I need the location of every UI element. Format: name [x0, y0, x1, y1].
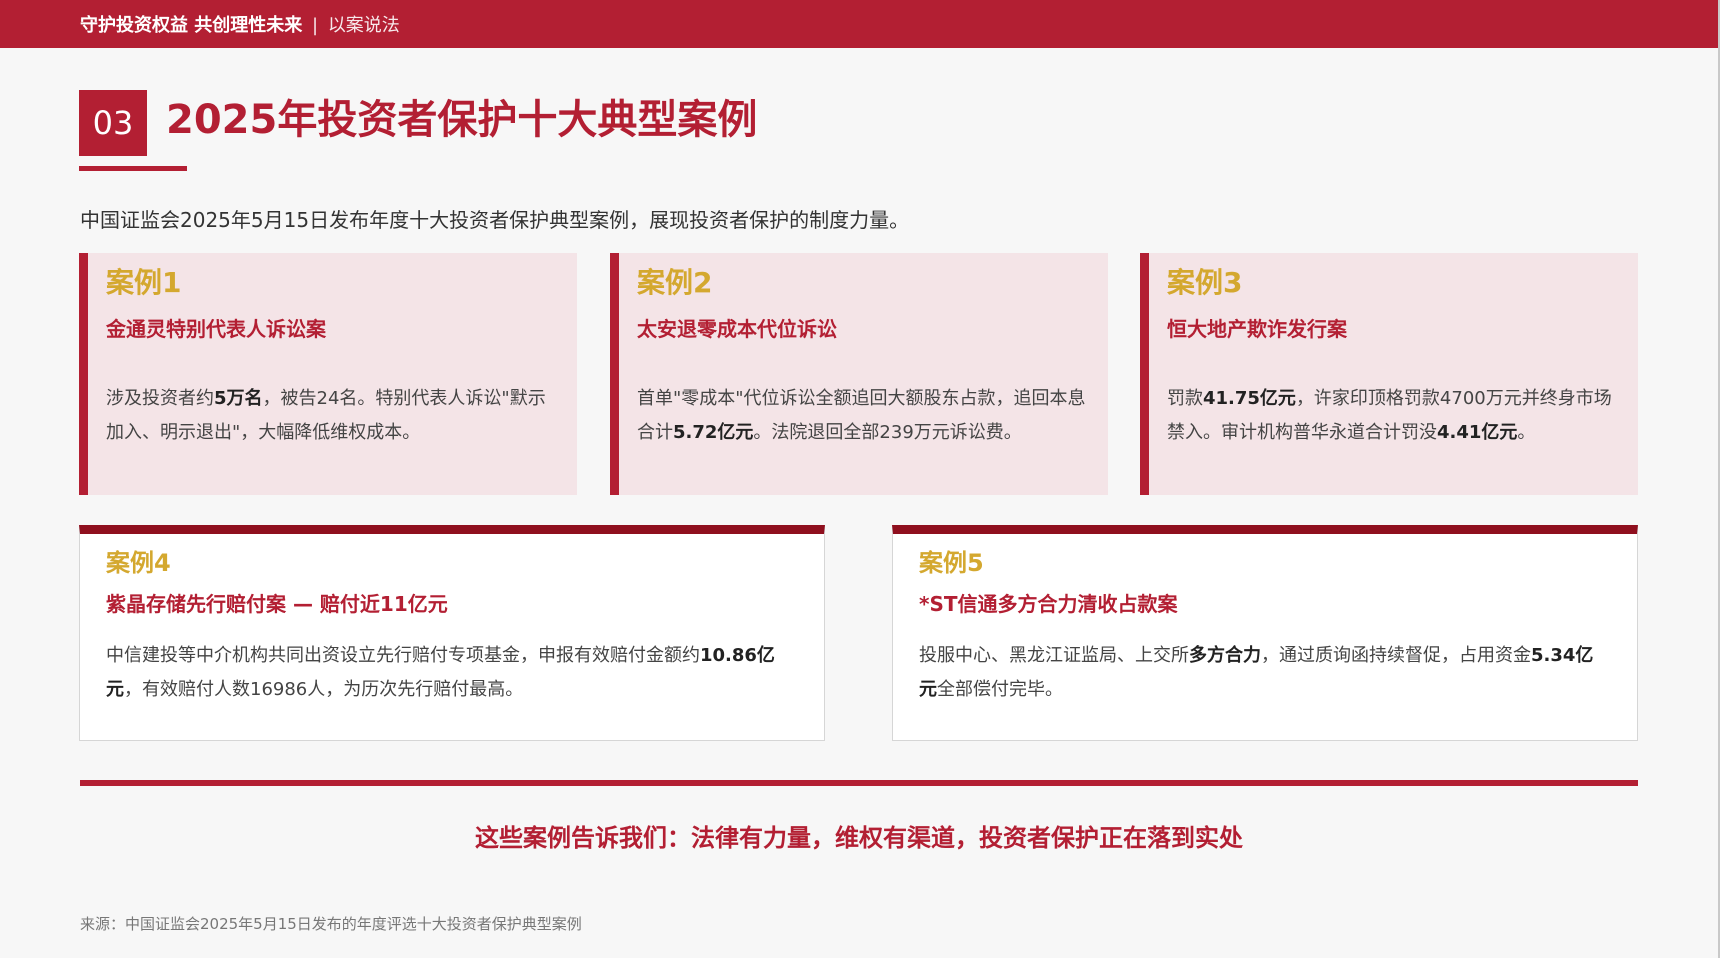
case-description: 投服中心、黑龙江证监局、上交所多方合力，通过质询函持续督促，占用资金5.34亿元…: [919, 639, 1611, 707]
highlight-figure: 多方合力: [1189, 645, 1261, 666]
top-banner: 守护投资权益 共创理性未来 | 以案说法: [0, 0, 1718, 48]
case-card-1: 案例1 金通灵特别代表人诉讼案 涉及投资者约5万名，被告24名。特别代表人诉讼"…: [79, 253, 577, 495]
case-card-4: 案例4 紫晶存储先行赔付案 — 赔付近11亿元 中信建投等中介机构共同出资设立先…: [79, 525, 825, 741]
description-text: 。法院退回全部239万元诉讼费。: [753, 422, 1022, 443]
source-note: 来源：中国证监会2025年5月15日发布的年度评选十大投资者保护典型案例: [80, 915, 582, 933]
case-title: *ST信通多方合力清收占款案: [919, 592, 1178, 616]
highlight-figure: 5万名: [214, 388, 263, 409]
title-underline: [79, 166, 187, 171]
banner-title: 守护投资权益 共创理性未来: [80, 15, 303, 36]
case-description: 中信建投等中介机构共同出资设立先行赔付专项基金，申报有效赔付金额约10.86亿元…: [106, 639, 798, 707]
case-description: 罚款41.75亿元，许家印顶格罚款4700万元并终身市场禁入。审计机构普华永道合…: [1167, 382, 1620, 450]
takeaway-message: 这些案例告诉我们：法律有力量，维权有渠道，投资者保护正在落到实处: [475, 824, 1243, 852]
description-text: 全部偿付完毕。: [937, 679, 1063, 700]
description-text: ，通过质询函持续督促，占用资金: [1261, 645, 1531, 666]
intro-text: 中国证监会2025年5月15日发布年度十大投资者保护典型案例，展现投资者保护的制…: [80, 208, 910, 232]
case-number: 案例3: [1167, 266, 1243, 299]
section-number-badge: 03: [79, 90, 147, 156]
case-title: 紫晶存储先行赔付案 — 赔付近11亿元: [106, 592, 448, 616]
case-number: 案例2: [637, 266, 713, 299]
description-text: 罚款: [1167, 388, 1203, 409]
description-text: 投服中心、黑龙江证监局、上交所: [919, 645, 1189, 666]
case-title: 金通灵特别代表人诉讼案: [106, 317, 326, 341]
case-description: 首单"零成本"代位诉讼全额追回大额股东占款，追回本息合计5.72亿元。法院退回全…: [637, 382, 1090, 450]
banner-subtitle: 以案说法: [327, 15, 400, 36]
page-title: 2025年投资者保护十大典型案例: [166, 97, 758, 143]
highlight-figure: 5.72亿元: [673, 422, 754, 443]
case-card-2: 案例2 太安退零成本代位诉讼 首单"零成本"代位诉讼全额追回大额股东占款，追回本…: [610, 253, 1108, 495]
case-number: 案例1: [106, 266, 182, 299]
case-card-3: 案例3 恒大地产欺诈发行案 罚款41.75亿元，许家印顶格罚款4700万元并终身…: [1140, 253, 1638, 495]
banner-separator: |: [312, 15, 319, 36]
case-card-5: 案例5 *ST信通多方合力清收占款案 投服中心、黑龙江证监局、上交所多方合力，通…: [892, 525, 1638, 741]
case-number: 案例5: [919, 549, 984, 577]
description-text: ，有效赔付人数16986人，为历次先行赔付最高。: [124, 679, 524, 700]
case-description: 涉及投资者约5万名，被告24名。特别代表人诉讼"默示加入、明示退出"，大幅降低维…: [106, 382, 559, 450]
description-text: 涉及投资者约: [106, 388, 214, 409]
highlight-figure: 41.75亿元: [1203, 388, 1296, 409]
case-title: 太安退零成本代位诉讼: [637, 317, 837, 341]
description-text: 中信建投等中介机构共同出资设立先行赔付专项基金，申报有效赔付金额约: [106, 645, 700, 666]
section-divider: [80, 780, 1638, 786]
highlight-figure: 4.41亿元: [1437, 422, 1518, 443]
case-number: 案例4: [106, 549, 171, 577]
case-title: 恒大地产欺诈发行案: [1167, 317, 1347, 341]
description-text: 。: [1517, 422, 1536, 443]
